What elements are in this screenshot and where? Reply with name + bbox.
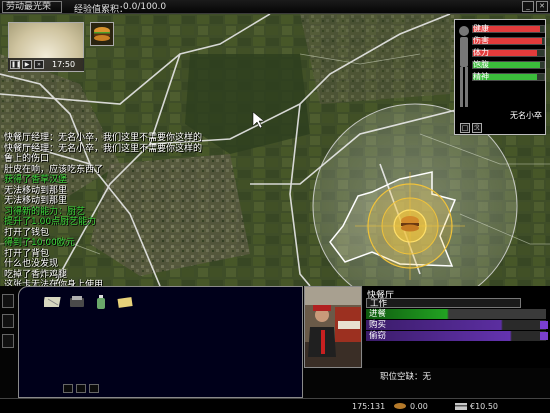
close-icon[interactable]: ✕ bbox=[536, 1, 548, 12]
fast-forward-icon[interactable]: » bbox=[34, 60, 44, 69]
log-line: 快餐厅经理：无名小卒，我们这里不需要你这样的 bbox=[4, 133, 203, 143]
card-item-icon[interactable] bbox=[115, 293, 135, 311]
stat-label: 健康 bbox=[473, 24, 489, 33]
side-scroll-button[interactable] bbox=[2, 314, 14, 328]
minimize-icon[interactable]: _ bbox=[522, 1, 534, 12]
action-eat[interactable]: 进餐 bbox=[366, 309, 546, 319]
walk-icon[interactable]: ℛ bbox=[472, 123, 482, 133]
cash-amount: 0.00 bbox=[410, 402, 428, 411]
inventory-tabs bbox=[63, 384, 99, 393]
log-line: 无法移动到那里 bbox=[4, 185, 68, 196]
stat-label: 精神 bbox=[473, 72, 489, 81]
log-line: 打开了钱包 bbox=[4, 227, 50, 238]
time-controls: ❚❚ ▶ » 17:50 bbox=[8, 58, 84, 71]
wallet-icon bbox=[393, 402, 407, 413]
action-buy[interactable]: 购买 bbox=[366, 320, 548, 330]
log-line: 打开了背包 bbox=[4, 248, 50, 259]
location-photo bbox=[304, 286, 362, 368]
restaurant-marker-icon[interactable] bbox=[401, 216, 419, 232]
stat-label: 体力 bbox=[473, 48, 489, 57]
log-line: 习得新的能力：厨艺 bbox=[4, 206, 86, 217]
side-scroll-button[interactable] bbox=[2, 294, 14, 308]
status-bar: 175:131 0.00 €10.50 bbox=[0, 398, 550, 413]
stat-bar: 饱腹 bbox=[472, 60, 545, 70]
side-scroll-button[interactable] bbox=[2, 334, 14, 348]
bottle-item-icon[interactable] bbox=[91, 293, 111, 311]
xp-value: 0.0/100.0 bbox=[123, 2, 167, 12]
window-controls: _ ✕ bbox=[522, 1, 548, 12]
play-icon[interactable]: ▶ bbox=[22, 60, 32, 69]
game-clock: 17:50 bbox=[52, 60, 76, 69]
log-line: 无法移动到那里 bbox=[4, 196, 68, 206]
log-line: 什么也没发现 bbox=[4, 259, 59, 269]
stat-bar: 伤害 bbox=[472, 36, 545, 46]
character-silhouette-icon bbox=[459, 26, 469, 107]
inventory-tab[interactable] bbox=[89, 384, 99, 393]
character-name: 无名小卒 bbox=[510, 111, 542, 120]
inventory-side-buttons bbox=[2, 294, 16, 354]
action-steal[interactable]: 偷窃 bbox=[366, 331, 548, 341]
log-line: 得到了10.00欧元 bbox=[4, 238, 75, 248]
bank-card-icon bbox=[454, 402, 468, 413]
status-buttons: □ ℛ bbox=[460, 123, 482, 133]
stat-bar: 精神 bbox=[472, 72, 545, 82]
window-title: 劳动最光荣 bbox=[2, 1, 62, 13]
action-work[interactable]: 工作 bbox=[366, 298, 521, 309]
inventory-panel bbox=[18, 286, 303, 398]
inventory-tab[interactable] bbox=[63, 384, 73, 393]
job-vacancy: 职位空缺：无 bbox=[380, 372, 432, 382]
burger-icon[interactable] bbox=[90, 22, 114, 46]
stat-label: 饱腹 bbox=[473, 60, 489, 69]
log-line: 获得了香草汉堡 bbox=[4, 175, 68, 185]
location-panel: 快餐厅 工作 进餐 购买 偷窃 bbox=[363, 286, 550, 368]
character-status-panel: 健康伤害体力饱腹精神 无名小卒 □ ℛ bbox=[454, 19, 546, 135]
action-marker bbox=[540, 321, 548, 329]
log-line: 鲁上的伤口 bbox=[4, 154, 50, 164]
wallet-item-icon[interactable] bbox=[67, 293, 87, 311]
stat-bar: 健康 bbox=[472, 24, 545, 34]
bottom-panel: 快餐厅 工作 进餐 购买 偷窃 职位空缺：无 175:131 0.00 €10.… bbox=[0, 286, 550, 413]
map-item-icon[interactable] bbox=[43, 293, 63, 311]
log-line: 快餐厅经理：无名小卒，我们这里不需要你这样的 bbox=[4, 143, 203, 154]
pause-icon[interactable]: ❚❚ bbox=[10, 60, 21, 69]
bank-balance: €10.50 bbox=[470, 402, 498, 411]
message-log: 快餐厅经理：无名小卒，我们这里不需要你这样的 快餐厅经理：无名小卒，我们这里不需要… bbox=[4, 133, 203, 301]
log-line: 吃掉了香炸鸡腿 bbox=[4, 269, 68, 280]
log-line: 肚皮在响，应该吃东西了 bbox=[4, 164, 104, 175]
stat-bar: 体力 bbox=[472, 48, 545, 58]
stat-label: 伤害 bbox=[473, 36, 489, 45]
log-line: 提升了1.00点厨艺能力 bbox=[4, 217, 97, 227]
action-marker bbox=[540, 332, 548, 340]
top-bar: 劳动最光荣 经验值累积： 0.0/100.0 _ ✕ bbox=[0, 0, 550, 15]
map-coordinates: 175:131 bbox=[352, 402, 386, 411]
inventory-tab[interactable] bbox=[76, 384, 86, 393]
info-icon[interactable]: □ bbox=[460, 123, 470, 133]
